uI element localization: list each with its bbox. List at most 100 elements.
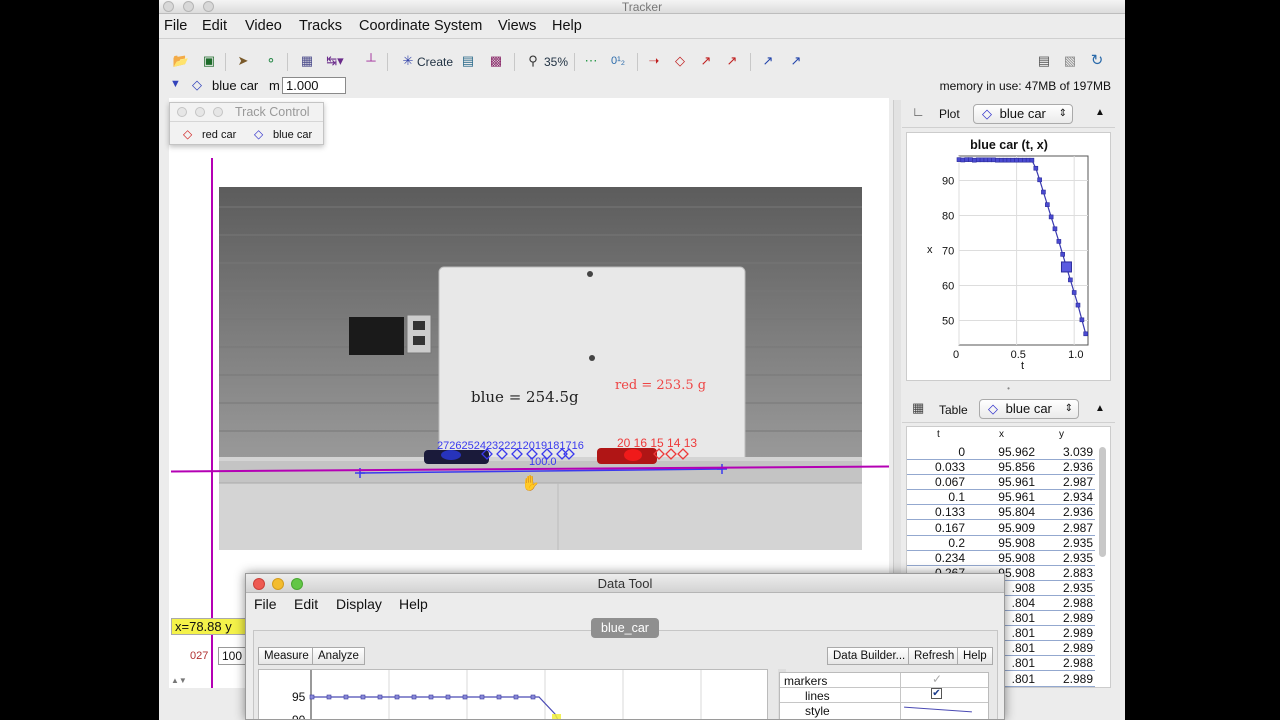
data-point[interactable]: [1014, 157, 1019, 163]
table-cell[interactable]: 0.2: [907, 536, 965, 550]
data-point[interactable]: [1033, 165, 1039, 171]
table-row[interactable]: 0.1 95.961 2.934: [907, 490, 1095, 506]
dt-menu-edit[interactable]: Edit: [294, 596, 318, 612]
track-button-blue-car[interactable]: blue car: [273, 129, 312, 141]
data-point[interactable]: [1022, 157, 1027, 163]
table-cell[interactable]: 2.988: [1037, 656, 1093, 670]
track-control-icon[interactable]: ▤: [459, 53, 477, 69]
table-cell[interactable]: 95.909: [977, 521, 1035, 535]
track-button-red-car[interactable]: red car: [202, 129, 236, 141]
velocity-icon[interactable]: ↗: [697, 53, 715, 69]
table-cell[interactable]: 95.961: [977, 475, 1035, 489]
zoom-level[interactable]: 35%: [544, 52, 568, 72]
menu-video[interactable]: Video: [245, 18, 282, 34]
data-point[interactable]: [1052, 226, 1058, 232]
vector-xm-icon[interactable]: ↗: [787, 53, 805, 69]
data-point[interactable]: [983, 157, 989, 163]
data-point[interactable]: [1029, 157, 1035, 163]
zoom-window-button[interactable]: [291, 578, 303, 590]
table-cell[interactable]: 2.988: [1037, 596, 1093, 610]
table-header-x[interactable]: x: [999, 429, 1004, 440]
track-name[interactable]: blue car: [212, 78, 258, 93]
table-cell[interactable]: 2.987: [1037, 521, 1093, 535]
data-point[interactable]: [1025, 157, 1031, 163]
table-row[interactable]: 0.167 95.909 2.987: [907, 521, 1095, 536]
plot-chart[interactable]: 0 0.5 1.0 50 60 70 80 90 blue car (t, x) t x: [906, 132, 1111, 381]
data-tool-tab-blue-car[interactable]: blue_car: [591, 618, 659, 638]
table-row[interactable]: 0.133 95.804 2.936: [907, 505, 1095, 521]
data-point[interactable]: [956, 157, 962, 162]
video-frame[interactable]: blue = 254.5g red = 253.5 g 272625242322…: [219, 187, 862, 550]
data-point[interactable]: [1056, 239, 1062, 244]
minimize-window-button[interactable]: [272, 578, 284, 590]
axes-icon[interactable]: ┴: [362, 53, 380, 69]
dt-properties-table[interactable]: markers ✓ lines ✔ style: [779, 672, 989, 719]
table-cell[interactable]: 2.936: [1037, 460, 1093, 474]
table-cell[interactable]: 0: [907, 445, 965, 459]
table-cell[interactable]: 95.961: [977, 490, 1035, 504]
table-cell[interactable]: 95.908: [977, 551, 1035, 565]
dt-menu-help[interactable]: Help: [399, 596, 428, 612]
help-button[interactable]: Help: [957, 647, 993, 665]
mass-field[interactable]: 1.000: [282, 77, 346, 94]
data-point[interactable]: [1071, 290, 1077, 295]
minimize-window-button[interactable]: [183, 1, 194, 12]
table-cell[interactable]: 2.883: [1037, 566, 1093, 580]
data-point[interactable]: [991, 157, 996, 163]
trails-icon[interactable]: ⋯: [582, 53, 600, 69]
menu-tracks[interactable]: Tracks: [299, 18, 342, 34]
data-point[interactable]: [1037, 177, 1042, 183]
data-point[interactable]: [968, 157, 973, 162]
plot-table-divider[interactable]: •: [902, 384, 1115, 393]
data-builder-button[interactable]: Data Builder...: [827, 647, 912, 665]
table-cell[interactable]: 95.804: [977, 505, 1035, 519]
data-point[interactable]: [987, 157, 993, 163]
close-window-button[interactable]: [253, 578, 265, 590]
checkmark-icon[interactable]: ✓: [932, 672, 942, 686]
open-file-icon[interactable]: 📂: [172, 53, 190, 69]
labels-icon[interactable]: 0¹₂: [609, 53, 627, 69]
table-cell[interactable]: 3.039: [1037, 445, 1093, 459]
position-icon[interactable]: ◇: [671, 53, 689, 69]
data-point[interactable]: [995, 157, 1000, 163]
data-point[interactable]: [975, 157, 981, 163]
table-scrollbar[interactable]: [1099, 447, 1106, 557]
expand-arrows-icon[interactable]: ▲▼: [171, 676, 187, 685]
table-track-select[interactable]: ◇ blue car ⇕: [979, 399, 1079, 419]
data-point[interactable]: [1010, 157, 1016, 163]
table-cell[interactable]: 0.1: [907, 490, 965, 504]
table-row[interactable]: 0 95.962 3.039: [907, 445, 1095, 460]
acceleration-icon[interactable]: ↗: [723, 53, 741, 69]
data-point[interactable]: [972, 157, 977, 163]
table-cell[interactable]: 95.856: [977, 460, 1035, 474]
collapse-up-icon[interactable]: ▲: [1095, 107, 1105, 118]
step-size-field[interactable]: 100: [218, 647, 248, 665]
zoom-window-button[interactable]: [203, 1, 214, 12]
dt-menu-display[interactable]: Display: [336, 596, 382, 612]
menu-file[interactable]: File: [164, 18, 187, 34]
table-cell[interactable]: 0.234: [907, 551, 965, 565]
data-point[interactable]: [1041, 189, 1046, 195]
collapse-up-icon[interactable]: ▲: [1095, 403, 1105, 414]
zoom-icon[interactable]: ⚲: [524, 53, 542, 69]
vector-x1-icon[interactable]: ↗: [759, 53, 777, 69]
data-point[interactable]: [1018, 157, 1023, 163]
refresh-button[interactable]: Refresh: [908, 647, 961, 665]
path-icon[interactable]: ➝: [645, 53, 663, 69]
data-point[interactable]: [1083, 331, 1088, 337]
table-cell[interactable]: 2.934: [1037, 490, 1093, 504]
plot-track-select[interactable]: ◇ blue car ⇕: [973, 104, 1073, 124]
lines-checkbox[interactable]: ✔: [931, 688, 942, 699]
table-cell[interactable]: 95.962: [977, 445, 1035, 459]
table-header-t[interactable]: t: [937, 429, 940, 440]
calibration-tools-icon[interactable]: ↹▾: [326, 53, 344, 69]
data-tool-plot[interactable]: 95 90: [258, 669, 768, 719]
table-cell[interactable]: 2.989: [1037, 626, 1093, 640]
table-row[interactable]: 0.033 95.856 2.936: [907, 460, 1095, 476]
data-point[interactable]: [1045, 202, 1050, 207]
dt-menu-file[interactable]: File: [254, 596, 277, 612]
data-point[interactable]: [1060, 252, 1065, 257]
table-cell[interactable]: 2.989: [1037, 611, 1093, 625]
menu-help[interactable]: Help: [552, 18, 582, 34]
selected-point[interactable]: [1060, 261, 1072, 273]
